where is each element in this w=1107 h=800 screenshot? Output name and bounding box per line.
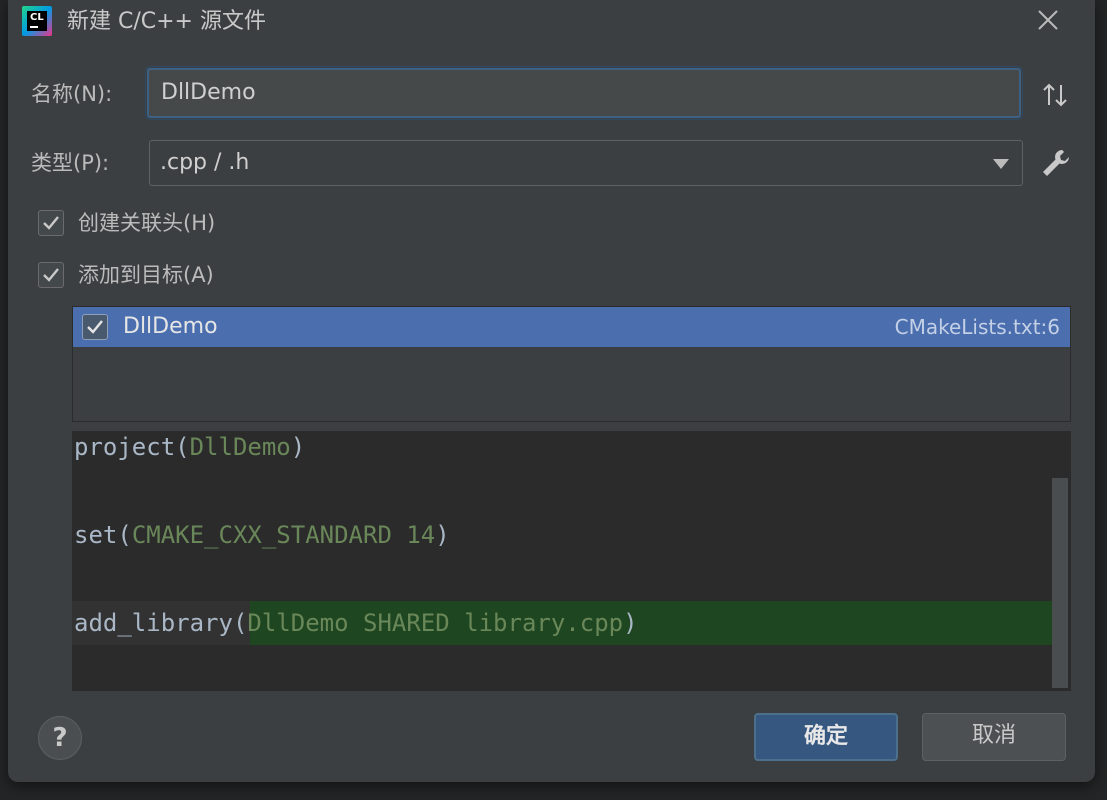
- target-list: DllDemo CMakeLists.txt:6: [72, 306, 1071, 422]
- dialog-title: 新建 C/C++ 源文件: [67, 9, 266, 34]
- wrench-icon[interactable]: [1040, 147, 1072, 179]
- checkmark-icon: [43, 216, 59, 230]
- close-icon: [1038, 10, 1058, 30]
- type-select[interactable]: .cpp / .h: [149, 140, 1023, 186]
- target-name: DllDemo: [123, 314, 218, 339]
- close-button[interactable]: [1034, 6, 1062, 34]
- name-input[interactable]: DllDemo: [145, 66, 1023, 120]
- code-line: project(DllDemo): [74, 433, 306, 461]
- scrollbar[interactable]: [1052, 478, 1068, 688]
- type-select-value: .cpp / .h: [160, 150, 250, 175]
- add-to-target-checkbox[interactable]: [38, 262, 64, 288]
- code-preview: project(DllDemo) set(CMAKE_CXX_STANDARD …: [72, 431, 1071, 691]
- new-source-file-dialog: CL 新建 C/C++ 源文件 名称(N): DllDemo 类型(P): .c…: [8, 0, 1095, 782]
- code-line: add_library(DllDemo SHARED library.cpp): [74, 609, 638, 637]
- name-label: 名称(N):: [31, 82, 113, 106]
- code-line: set(CMAKE_CXX_STANDARD 14): [74, 521, 450, 549]
- clion-logo-icon: CL: [22, 6, 52, 36]
- create-header-label: 创建关联头(H): [78, 211, 216, 235]
- title-bar: CL 新建 C/C++ 源文件: [8, 0, 1095, 46]
- ok-button[interactable]: 确定: [754, 713, 898, 761]
- target-row[interactable]: DllDemo CMakeLists.txt:6: [73, 307, 1070, 347]
- checkmark-icon: [87, 320, 103, 334]
- create-header-checkbox[interactable]: [38, 210, 64, 236]
- type-label: 类型(P):: [31, 151, 110, 175]
- add-to-target-label: 添加到目标(A): [78, 263, 214, 287]
- cancel-button[interactable]: 取消: [922, 713, 1066, 761]
- target-file: CMakeLists.txt:6: [894, 315, 1060, 339]
- help-button[interactable]: ?: [38, 716, 82, 760]
- sort-icon[interactable]: [1040, 80, 1070, 110]
- clion-logo-text: CL: [30, 12, 44, 23]
- target-checkbox[interactable]: [82, 314, 108, 340]
- chevron-down-icon: [993, 159, 1009, 169]
- checkmark-icon: [43, 268, 59, 282]
